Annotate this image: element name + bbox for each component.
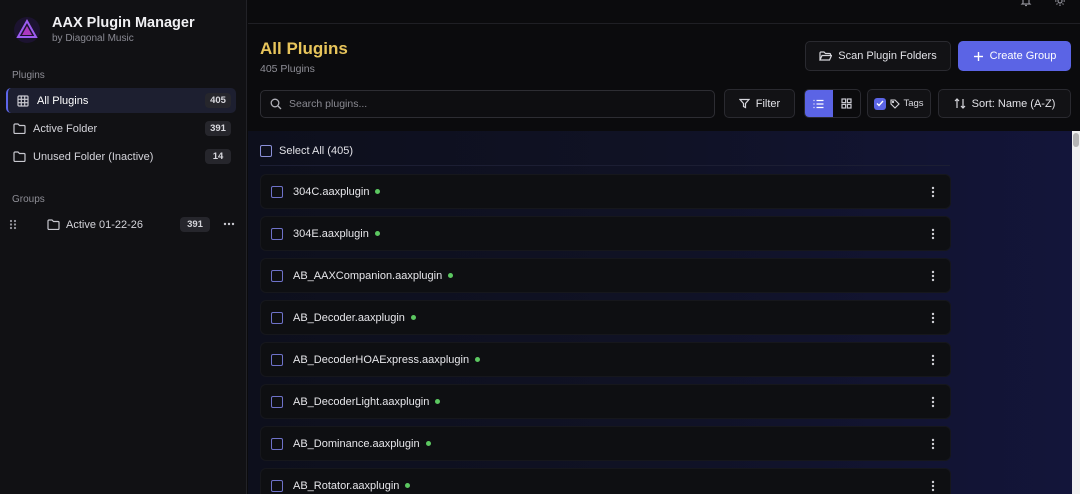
list-icon bbox=[813, 99, 824, 108]
sort-button[interactable]: Sort: Name (A-Z) bbox=[938, 89, 1071, 118]
sidebar-item-label: All Plugins bbox=[37, 94, 89, 107]
grid-view-button[interactable] bbox=[833, 90, 861, 117]
status-dot bbox=[475, 357, 481, 362]
plugin-name: AB_DecoderLight.aaxplugin bbox=[293, 395, 430, 408]
folder-icon bbox=[46, 218, 60, 232]
folder-icon bbox=[12, 150, 26, 164]
more-vertical-icon[interactable] bbox=[930, 354, 936, 366]
more-vertical-icon[interactable] bbox=[930, 438, 936, 450]
filter-icon bbox=[738, 98, 750, 109]
row-checkbox[interactable] bbox=[271, 353, 283, 366]
plugin-name: 304C.aaxplugin bbox=[293, 185, 370, 198]
status-dot bbox=[448, 273, 454, 278]
top-bar bbox=[248, 0, 1080, 24]
status-dot bbox=[374, 231, 380, 236]
plugin-name: AB_Rotator.aaxplugin bbox=[293, 479, 400, 492]
tags-toggle[interactable]: Tags bbox=[867, 89, 931, 118]
scroll-thumb[interactable] bbox=[1073, 133, 1079, 147]
sidebar-item-label: Active Folder bbox=[33, 122, 98, 135]
row-checkbox[interactable] bbox=[271, 269, 283, 282]
page-subtitle: 405 Plugins bbox=[260, 63, 315, 75]
more-vertical-icon[interactable] bbox=[930, 312, 936, 324]
scan-plugin-folders-button[interactable]: Scan Plugin Folders bbox=[805, 41, 951, 71]
select-all[interactable]: Select All (405) bbox=[260, 145, 353, 157]
status-dot bbox=[375, 189, 381, 194]
more-vertical-icon[interactable] bbox=[930, 228, 936, 240]
more-horizontal-icon[interactable] bbox=[222, 218, 236, 230]
plugin-row[interactable]: AB_Rotator.aaxplugin bbox=[260, 468, 951, 494]
select-all-checkbox[interactable] bbox=[260, 145, 272, 157]
group-item-label: Active 01-22-26 bbox=[66, 218, 144, 231]
tag-icon bbox=[890, 98, 901, 109]
sidebar-item-label: Unused Folder (Inactive) bbox=[33, 150, 154, 163]
sidebar: AAX Plugin Manager by Diagonal Music Plu… bbox=[0, 0, 247, 494]
row-checkbox[interactable] bbox=[271, 395, 283, 408]
app-title: AAX Plugin Manager bbox=[52, 15, 195, 31]
drag-handle-icon[interactable] bbox=[6, 219, 20, 230]
search-input[interactable] bbox=[289, 98, 689, 110]
bell-icon[interactable] bbox=[1020, 0, 1032, 12]
more-vertical-icon[interactable] bbox=[930, 480, 936, 492]
plugin-row[interactable]: AB_Dominance.aaxplugin bbox=[260, 426, 951, 461]
search-box bbox=[260, 90, 715, 118]
groups-section-label: Groups bbox=[12, 194, 45, 205]
plus-icon bbox=[973, 51, 983, 61]
grid-icon bbox=[841, 98, 852, 109]
checkbox-checked-icon bbox=[874, 97, 887, 110]
plugin-list: Select All (405) 304C.aaxplugin 304E.aax… bbox=[248, 131, 1072, 494]
status-dot bbox=[435, 399, 441, 404]
app-logo-icon bbox=[12, 15, 42, 45]
plugin-name: AB_Dominance.aaxplugin bbox=[293, 437, 420, 450]
plugin-name: 304E.aaxplugin bbox=[293, 227, 369, 240]
filter-button[interactable]: Filter bbox=[724, 89, 795, 118]
plugin-row[interactable]: AB_Decoder.aaxplugin bbox=[260, 300, 951, 335]
count-badge: 391 bbox=[180, 217, 210, 232]
status-dot bbox=[425, 441, 431, 446]
more-vertical-icon[interactable] bbox=[930, 396, 936, 408]
sidebar-item-all-plugins[interactable]: All Plugins 405 bbox=[6, 88, 236, 113]
plugin-name: AB_Decoder.aaxplugin bbox=[293, 311, 405, 324]
sort-icon bbox=[954, 98, 966, 109]
more-vertical-icon[interactable] bbox=[930, 270, 936, 282]
row-checkbox[interactable] bbox=[271, 185, 283, 198]
sidebar-item-active-folder[interactable]: Active Folder 391 bbox=[6, 116, 236, 141]
brand: AAX Plugin Manager by Diagonal Music bbox=[12, 12, 195, 48]
app-subtitle: by Diagonal Music bbox=[52, 33, 134, 44]
search-icon bbox=[270, 98, 282, 110]
folder-open-icon bbox=[819, 50, 833, 61]
row-checkbox[interactable] bbox=[271, 227, 283, 240]
view-toggle bbox=[804, 89, 861, 118]
grid-icon bbox=[16, 94, 30, 108]
count-badge: 14 bbox=[205, 149, 231, 164]
row-checkbox[interactable] bbox=[271, 311, 283, 324]
plugin-row[interactable]: AB_DecoderHOAExpress.aaxplugin bbox=[260, 342, 951, 377]
count-badge: 405 bbox=[205, 93, 231, 108]
main-header: All Plugins 405 Plugins Scan Plugin Fold… bbox=[248, 24, 1080, 131]
folder-icon bbox=[12, 122, 26, 136]
plugin-name: AB_DecoderHOAExpress.aaxplugin bbox=[293, 353, 470, 366]
row-checkbox[interactable] bbox=[271, 479, 283, 492]
settings-icon[interactable] bbox=[1054, 0, 1066, 12]
group-item-active-01-22-26[interactable]: Active 01-22-26 391 bbox=[6, 212, 240, 237]
divider bbox=[260, 165, 950, 166]
more-vertical-icon[interactable] bbox=[930, 186, 936, 198]
list-view-button[interactable] bbox=[805, 90, 833, 117]
plugin-row[interactable]: AB_AAXCompanion.aaxplugin bbox=[260, 258, 951, 293]
plugin-row[interactable]: 304C.aaxplugin bbox=[260, 174, 951, 209]
status-dot bbox=[410, 315, 416, 320]
count-badge: 391 bbox=[205, 121, 231, 136]
plugin-row[interactable]: AB_DecoderLight.aaxplugin bbox=[260, 384, 951, 419]
sidebar-item-unused-folder[interactable]: Unused Folder (Inactive) 14 bbox=[6, 144, 236, 169]
plugins-section-label: Plugins bbox=[12, 70, 45, 81]
page-title: All Plugins bbox=[260, 39, 348, 58]
status-dot bbox=[405, 483, 411, 488]
scrollbar[interactable] bbox=[1072, 131, 1080, 494]
create-group-button[interactable]: Create Group bbox=[958, 41, 1071, 71]
plugin-row[interactable]: 304E.aaxplugin bbox=[260, 216, 951, 251]
row-checkbox[interactable] bbox=[271, 437, 283, 450]
plugin-name: AB_AAXCompanion.aaxplugin bbox=[293, 269, 443, 282]
